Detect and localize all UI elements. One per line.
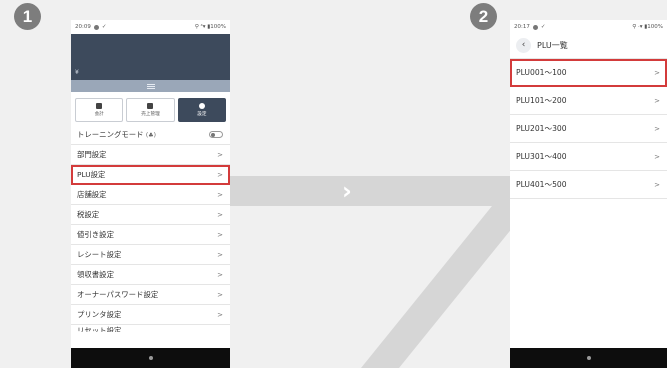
chevron-right-icon: > xyxy=(217,190,223,199)
row-label: PLU001～100 xyxy=(516,68,567,77)
training-icon: (♣) xyxy=(145,132,156,139)
plu-range-row[interactable]: PLU201～300 > xyxy=(510,115,667,143)
back-button[interactable]: ‹ xyxy=(516,37,531,53)
status-bar: 20:17 ✓ ⚲ ·▾ ▮100% xyxy=(510,20,667,34)
home-button-icon[interactable] xyxy=(148,356,153,360)
row-label: PLU101～200 xyxy=(516,96,567,105)
next-arrow-icon: › xyxy=(342,177,352,205)
row-label: レシート設定 xyxy=(77,250,122,259)
row-label: プリンタ設定 xyxy=(77,310,122,319)
status-bar: 20:09 ✓ ⚲ ⁴▾ ▮100% xyxy=(71,20,230,34)
settings-row-tax[interactable]: 税設定 > xyxy=(71,205,230,225)
step-badge-1: 1 xyxy=(14,3,41,30)
hamburger-menu-icon[interactable] xyxy=(146,83,155,89)
plu-range-row[interactable]: PLU101～200 > xyxy=(510,87,667,115)
plu-range-list: PLU001～100 > PLU101～200 > PLU201～300 > P… xyxy=(510,58,667,199)
chevron-right-icon: > xyxy=(217,170,223,179)
notification-icon xyxy=(532,24,538,30)
currency-symbol: ¥ xyxy=(75,69,79,76)
chevron-right-icon: > xyxy=(217,270,223,279)
phone-screen-plu-list: 20:17 ✓ ⚲ ·▾ ▮100% ‹ PLU一覧 PLU001～100 > … xyxy=(510,20,667,368)
phone-screen-settings: 20:09 ✓ ⚲ ⁴▾ ▮100% ¥ 会計 売上管理 設定 トレーニングモー… xyxy=(71,20,230,368)
settings-row-reset-partial[interactable]: リセット設定 xyxy=(71,325,230,332)
chevron-right-icon: > xyxy=(654,124,660,133)
plu-range-row[interactable]: PLU301～400 > xyxy=(510,143,667,171)
chevron-right-icon: > xyxy=(217,290,223,299)
status-indicators: ⚲ ⁴▾ ▮100% xyxy=(194,24,226,30)
settings-row-receipt[interactable]: レシート設定 > xyxy=(71,245,230,265)
chevron-right-icon: > xyxy=(654,180,660,189)
step-badge-2: 2 xyxy=(470,3,497,30)
plu-list-titlebar: ‹ PLU一覧 xyxy=(510,34,667,56)
row-label: オーナーパスワード設定 xyxy=(77,290,159,299)
tab-settings[interactable]: 設定 xyxy=(177,98,226,122)
settings-row-discount[interactable]: 値引き設定 > xyxy=(71,225,230,245)
settings-row-store[interactable]: 店舗設定 > xyxy=(71,185,230,205)
training-mode-label: トレーニングモード xyxy=(77,130,144,139)
chevron-right-icon: > xyxy=(654,96,660,105)
settings-row-department[interactable]: 部門設定 > xyxy=(71,145,230,165)
row-label: 部門設定 xyxy=(77,150,107,159)
notification-icon xyxy=(93,24,99,30)
plu-range-row[interactable]: PLU001～100 > xyxy=(510,59,667,87)
sales-icon xyxy=(147,103,154,109)
menu-bar[interactable] xyxy=(71,80,230,92)
chevron-right-icon: > xyxy=(217,210,223,219)
android-nav-bar xyxy=(71,348,230,368)
mode-tabs: 会計 売上管理 設定 xyxy=(71,92,230,125)
row-label: PLU設定 xyxy=(77,170,106,179)
tab-label: 会計 xyxy=(94,112,104,117)
row-label: 値引き設定 xyxy=(77,230,114,239)
status-time: 20:17 xyxy=(514,24,530,30)
app-header: ¥ xyxy=(71,34,230,80)
connector-band xyxy=(230,176,510,206)
page-title: PLU一覧 xyxy=(537,40,568,50)
settings-row-owner-password[interactable]: オーナーパスワード設定 > xyxy=(71,285,230,305)
row-label: 領収書設定 xyxy=(77,270,114,279)
gear-icon xyxy=(198,103,205,109)
android-nav-bar xyxy=(510,348,667,368)
register-icon xyxy=(96,103,103,109)
chevron-left-icon: ‹ xyxy=(521,39,526,50)
row-label: PLU401～500 xyxy=(516,180,567,189)
tutorial-canvas: › 1 2 20:09 ✓ ⚲ ⁴▾ ▮100% ¥ 会計 売上管理 設定 トレ… xyxy=(0,0,667,368)
chevron-right-icon: > xyxy=(217,230,223,239)
home-button-icon[interactable] xyxy=(586,356,591,360)
check-icon: ✓ xyxy=(101,24,107,30)
chevron-right-icon: > xyxy=(217,250,223,259)
settings-row-plu[interactable]: PLU設定 > xyxy=(71,165,230,185)
row-label: 税設定 xyxy=(77,210,100,219)
chevron-right-icon: > xyxy=(217,310,223,319)
row-label: PLU201～300 xyxy=(516,124,567,133)
status-time: 20:09 xyxy=(75,24,91,30)
check-icon: ✓ xyxy=(540,24,546,30)
tab-sales[interactable]: 売上管理 xyxy=(126,98,175,122)
training-mode-row: トレーニングモード (♣) xyxy=(71,125,230,145)
status-indicators: ⚲ ·▾ ▮100% xyxy=(632,24,663,30)
settings-row-printer[interactable]: プリンタ設定 > xyxy=(71,305,230,325)
plu-range-row[interactable]: PLU401～500 > xyxy=(510,171,667,199)
settings-row-invoice[interactable]: 領収書設定 > xyxy=(71,265,230,285)
chevron-right-icon: > xyxy=(654,68,660,77)
chevron-right-icon: > xyxy=(654,152,660,161)
tab-checkout[interactable]: 会計 xyxy=(75,98,124,122)
row-label: PLU301～400 xyxy=(516,152,567,161)
tab-label: 設定 xyxy=(197,112,207,117)
training-mode-toggle[interactable] xyxy=(209,131,223,138)
chevron-right-icon: > xyxy=(217,150,223,159)
tab-label: 売上管理 xyxy=(141,112,160,117)
row-label: 店舗設定 xyxy=(77,190,107,199)
